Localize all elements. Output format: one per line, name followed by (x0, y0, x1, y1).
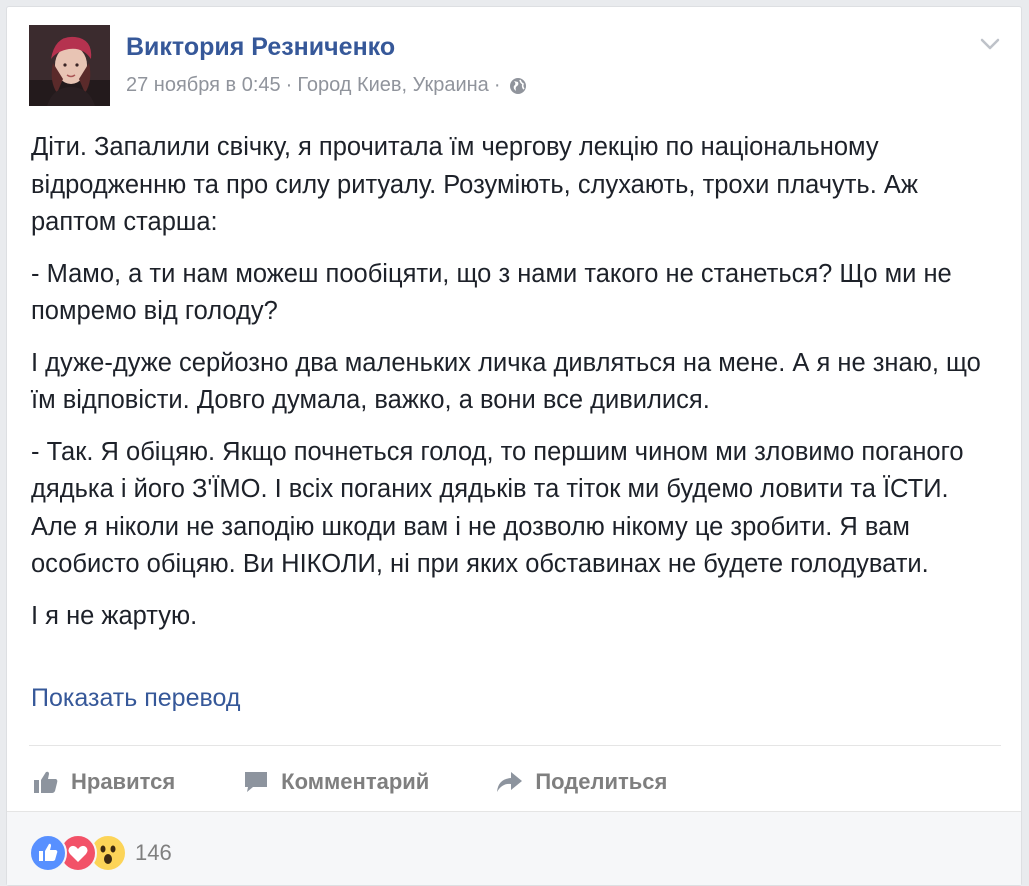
globe-icon[interactable] (509, 77, 527, 95)
share-label: Поделиться (535, 769, 668, 794)
like-button[interactable]: Нравится (33, 769, 175, 795)
reactions-summary[interactable]: 146 (29, 834, 172, 872)
share-icon (497, 772, 523, 792)
meta-separator: · (285, 74, 293, 96)
comment-icon (245, 772, 268, 792)
post-paragraph: Діти. Запалили свічку, я прочитала їм че… (31, 133, 918, 236)
avatar-image (29, 25, 110, 106)
divider (29, 745, 1001, 746)
post-date[interactable]: 27 ноября в 0:45 (126, 74, 281, 97)
post-location[interactable]: Город Киев, Украина (297, 74, 488, 97)
like-reaction-icon (29, 834, 67, 872)
post-paragraph: - Мамо, а ти нам можеш пообіцяти, що з н… (31, 259, 952, 326)
avatar[interactable] (29, 25, 110, 106)
chevron-down-icon[interactable] (979, 33, 1001, 55)
post-meta: 27 ноября в 0:45 · Город Киев, Украина · (126, 74, 527, 97)
post-paragraph: І дуже-дуже серйозно два маленьких личка… (31, 348, 981, 415)
post-header: Виктория Резниченко 27 ноября в 0:45 · Г… (29, 25, 1001, 109)
like-label: Нравится (71, 769, 176, 794)
meta-separator: · (493, 74, 501, 96)
post-paragraph: - Так. Я обіцяю. Якщо почнеться голод, т… (31, 437, 964, 579)
author-name[interactable]: Виктория Резниченко (126, 33, 395, 62)
show-translation-link[interactable]: Показать перевод (31, 684, 240, 713)
post-paragraph: І я не жартую. (31, 601, 198, 630)
post-text: Діти. Запалили свічку, я прочитала їм че… (31, 129, 991, 649)
post-card: Виктория Резниченко 27 ноября в 0:45 · Г… (6, 6, 1022, 886)
reactions-footer: 146 (7, 811, 1021, 885)
comment-button[interactable]: Комментарий (243, 769, 429, 795)
thumbs-up-icon (34, 771, 58, 793)
reaction-count: 146 (135, 840, 172, 865)
action-bar: Нравится Комментарий Поделиться (29, 753, 1001, 811)
share-button[interactable]: Поделиться (495, 769, 667, 795)
comment-label: Комментарий (281, 769, 430, 794)
